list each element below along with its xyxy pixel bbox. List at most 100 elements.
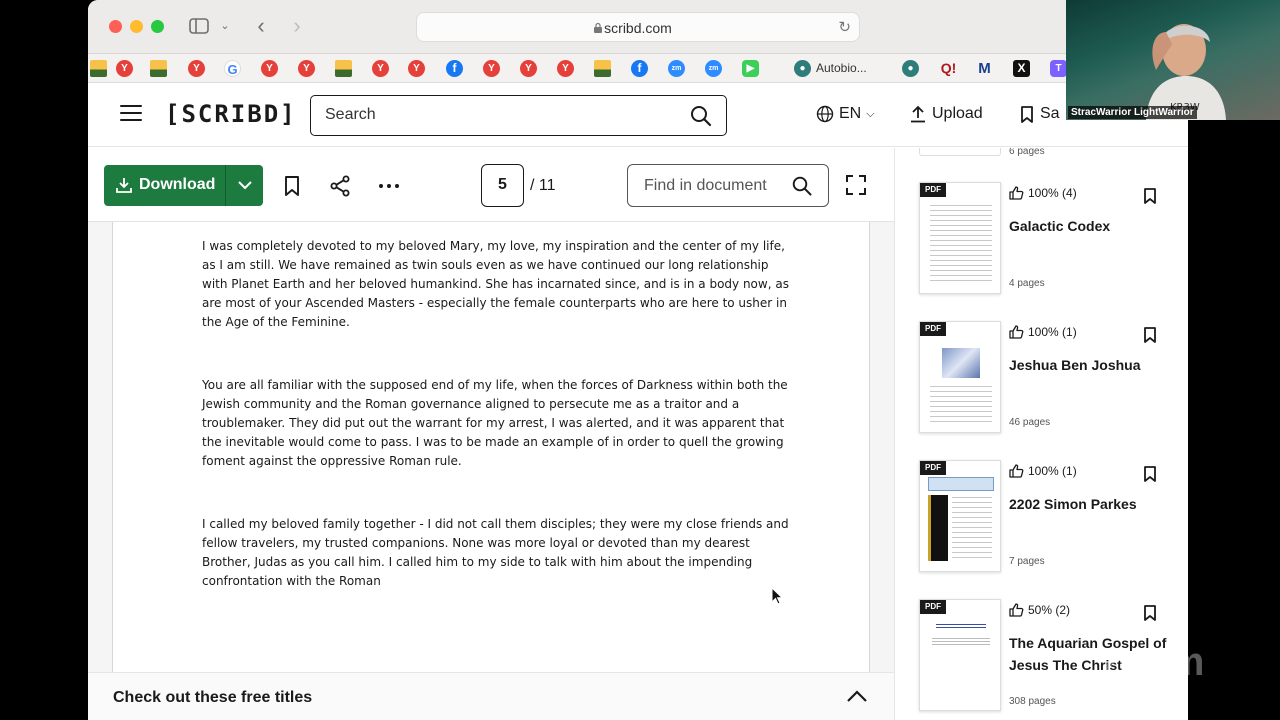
download-icon — [116, 178, 132, 193]
document-page: I was completely devoted to my beloved M… — [112, 222, 870, 720]
page-count: 7 pages — [1009, 556, 1045, 567]
hamburger-menu-icon[interactable] — [120, 105, 142, 123]
document-title[interactable]: Jeshua Ben Joshua — [1009, 354, 1175, 376]
find-in-document-box[interactable]: Find in document — [627, 164, 829, 207]
chevron-up-icon[interactable] — [846, 689, 868, 703]
bookmark-image-icon[interactable] — [335, 60, 352, 77]
bookmark-yandex-icon[interactable]: Y — [116, 60, 133, 77]
globe-icon — [816, 105, 834, 123]
bookmark-yandex-icon[interactable]: Y — [408, 60, 425, 77]
bookmark-yandex-icon[interactable]: Y — [188, 60, 205, 77]
free-titles-bar[interactable]: Check out these free titles — [88, 672, 894, 720]
document-viewer[interactable]: I was completely devoted to my beloved M… — [88, 222, 894, 720]
bookmark-site-icon[interactable]: ● — [794, 60, 811, 77]
pdf-badge: PDF — [920, 461, 946, 475]
rating-text: 100% (1) — [1028, 325, 1077, 339]
save-button[interactable]: Sa — [1020, 105, 1060, 123]
browser-titlebar: ⌄ ‹ › scribd.com ↻ — [88, 0, 1188, 54]
bookmarks-bar: Y Y G Y Y Y Y f Y Y Y f zm zm ▶ ● Autobi… — [88, 54, 1188, 83]
search-input[interactable]: Search — [325, 106, 376, 124]
bookmark-zoom-icon[interactable]: zm — [705, 60, 722, 77]
document-thumbnail[interactable]: PDF — [919, 460, 1001, 572]
bookmark-t-icon[interactable]: T — [1050, 60, 1067, 77]
document-paragraph: You are all familiar with the supposed e… — [202, 378, 788, 468]
page-total: / 11 — [530, 177, 556, 194]
language-label: EN — [839, 105, 862, 122]
address-bar[interactable]: scribd.com ↻ — [416, 12, 860, 42]
document-thumbnail[interactable]: PDF — [919, 182, 1001, 294]
rating-text: 100% (4) — [1028, 186, 1077, 200]
scribd-logo[interactable]: [SCRIBD] — [165, 100, 297, 128]
bookmark-x-icon[interactable]: X — [1013, 60, 1030, 77]
close-window-button[interactable] — [109, 20, 122, 33]
more-options-icon[interactable] — [378, 175, 400, 197]
bookmark-facebook-icon[interactable]: f — [446, 60, 463, 77]
upload-label: Upload — [932, 105, 983, 122]
bookmark-yandex-icon[interactable]: Y — [372, 60, 389, 77]
bookmark-facebook-icon[interactable]: f — [631, 60, 648, 77]
minimize-window-button[interactable] — [130, 20, 143, 33]
document-thumbnail[interactable]: PDF — [919, 321, 1001, 433]
thumbs-up-icon — [1009, 325, 1024, 339]
search-icon[interactable] — [792, 176, 812, 196]
bookmark-icon[interactable] — [1143, 188, 1157, 204]
bookmark-image-icon[interactable] — [594, 60, 611, 77]
related-document-card[interactable]: PDF 100% (1) 2202 Simon Parkes 7 pages — [919, 460, 1179, 572]
url-text: scribd.com — [604, 20, 672, 36]
bookmark-site-icon[interactable]: ● — [902, 60, 919, 77]
rating-text: 100% (1) — [1028, 464, 1077, 478]
participant-video: KR3W — [1146, 24, 1226, 120]
forward-arrow-icon[interactable]: › — [288, 14, 306, 38]
document-thumbnail[interactable] — [919, 148, 1001, 156]
related-documents-panel: 6 pages PDF 100% (4) Galactic Codex 4 pa… — [894, 148, 1188, 720]
thumbs-up-icon — [1009, 186, 1024, 200]
bookmark-m-icon[interactable]: M — [976, 60, 993, 77]
bookmark-yandex-icon[interactable]: Y — [557, 60, 574, 77]
reload-icon[interactable]: ↻ — [838, 18, 851, 36]
find-in-document-input[interactable]: Find in document — [644, 177, 767, 195]
bookmark-q-icon[interactable]: Q! — [940, 60, 957, 77]
pdf-badge: PDF — [920, 600, 946, 614]
back-arrow-icon[interactable]: ‹ — [252, 14, 270, 38]
bookmark-icon[interactable] — [1143, 466, 1157, 482]
download-button[interactable]: Download — [104, 165, 263, 206]
pdf-badge: PDF — [920, 322, 946, 336]
search-box[interactable]: Search — [310, 95, 727, 136]
bookmark-icon[interactable] — [1143, 327, 1157, 343]
bookmark-yandex-icon[interactable]: Y — [483, 60, 500, 77]
upload-icon — [911, 105, 925, 123]
fullscreen-icon[interactable] — [845, 174, 867, 196]
download-label: Download — [139, 176, 216, 193]
bookmark-icon — [1021, 105, 1033, 123]
share-icon[interactable] — [329, 175, 351, 197]
chevron-down-icon: ⌵ — [866, 107, 875, 120]
maximize-window-button[interactable] — [151, 20, 164, 33]
chevron-down-icon[interactable] — [236, 176, 254, 194]
screen: ⌄ ‹ › scribd.com ↻ Y Y G Y Y Y Y f Y Y Y — [0, 0, 1280, 720]
language-selector[interactable]: EN ⌵ — [816, 105, 875, 123]
bookmark-yandex-icon[interactable]: Y — [520, 60, 537, 77]
page-count: 46 pages — [1009, 417, 1051, 428]
bookmark-play-icon[interactable]: ▶ — [742, 60, 759, 77]
document-thumbnail[interactable]: PDF — [919, 599, 1001, 711]
related-document-card[interactable]: PDF 100% (4) Galactic Codex 4 pages — [919, 182, 1179, 294]
document-title[interactable]: Galactic Codex — [1009, 215, 1175, 237]
document-toolbar: Download 5 / 11 Find in document — [88, 148, 894, 222]
sidebar-toggle-icon[interactable] — [188, 14, 210, 38]
search-icon[interactable] — [690, 105, 712, 127]
upload-button[interactable]: Upload — [910, 105, 983, 123]
bookmark-icon[interactable] — [1143, 605, 1157, 621]
bookmark-icon[interactable] — [281, 175, 303, 197]
chevron-down-icon[interactable]: ⌄ — [218, 14, 232, 38]
bookmark-autobio-link[interactable]: Autobio... — [816, 61, 867, 75]
bookmark-image-icon[interactable] — [150, 60, 167, 77]
document-title[interactable]: 2202 Simon Parkes — [1009, 493, 1175, 515]
bookmark-google-icon[interactable]: G — [224, 60, 241, 77]
page-number-input[interactable]: 5 — [481, 164, 524, 207]
bookmark-zoom-icon[interactable]: zm — [668, 60, 685, 77]
document-paragraph: I was completely devoted to my beloved M… — [202, 239, 789, 329]
bookmark-image-icon[interactable] — [90, 60, 107, 77]
related-document-card[interactable]: PDF 100% (1) Jeshua Ben Joshua 46 pages — [919, 321, 1179, 433]
bookmark-yandex-icon[interactable]: Y — [298, 60, 315, 77]
bookmark-yandex-icon[interactable]: Y — [261, 60, 278, 77]
